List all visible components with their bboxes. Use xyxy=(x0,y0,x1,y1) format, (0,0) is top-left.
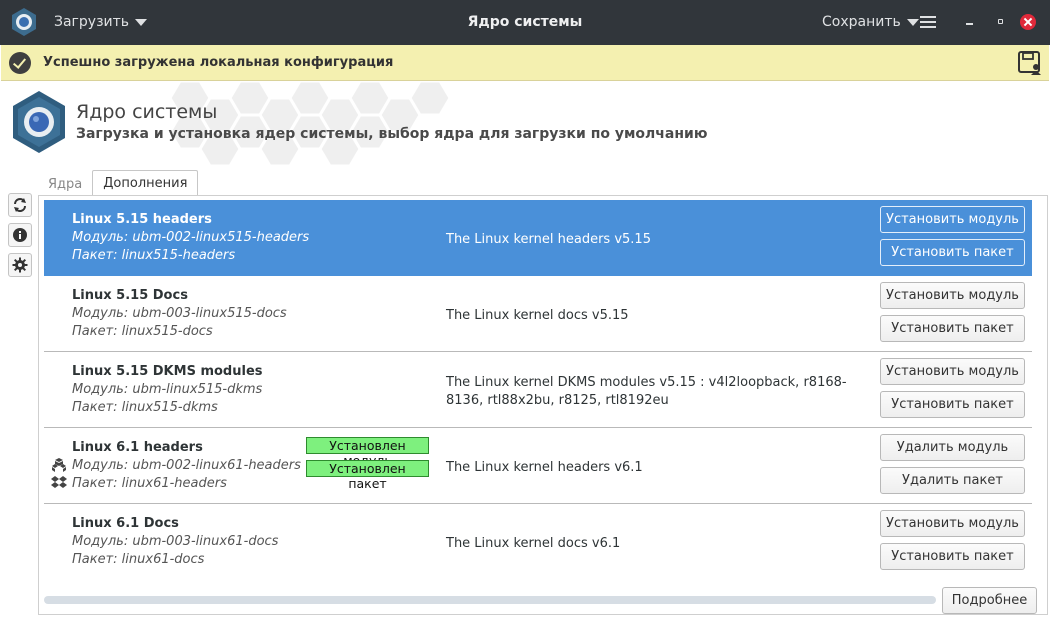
list-item-linux61-docs[interactable]: Linux 6.1 Docs Модуль: ubm-003-linux61-d… xyxy=(44,504,1032,578)
minimize-button[interactable] xyxy=(962,14,978,30)
install-package-button[interactable]: Установить пакет xyxy=(880,391,1025,418)
save-profile-icon[interactable] xyxy=(1017,50,1043,76)
kernel-gear-icon xyxy=(13,91,65,153)
gear-icon xyxy=(12,257,28,273)
item-description: The Linux kernel headers v5.15 xyxy=(446,232,651,247)
tab-bar: Ядра Дополнения xyxy=(38,170,199,196)
hamburger-menu-icon[interactable] xyxy=(920,16,936,29)
notification-text: Успешно загружена локальная конфигурация xyxy=(43,55,394,70)
item-description: The Linux kernel docs v5.15 xyxy=(446,308,629,323)
item-module: Модуль: ubm-002-linux61-headers xyxy=(72,458,301,473)
item-package: Пакет: linux61-docs xyxy=(72,552,205,567)
page-header: Ядро системы Загрузка и установка ядер с… xyxy=(0,81,1050,165)
settings-button[interactable] xyxy=(8,253,32,277)
install-package-button[interactable]: Установить пакет xyxy=(880,543,1025,570)
module-installed-badge: Установлен модуль xyxy=(306,437,429,468)
install-module-button[interactable]: Установить модуль xyxy=(880,358,1025,385)
package-installed-badge: Установлен пакет xyxy=(306,460,429,491)
item-package: Пакет: linux515-dkms xyxy=(72,400,218,415)
info-button[interactable] xyxy=(8,223,32,247)
cubes-icon xyxy=(52,458,66,472)
load-menu-label: Загрузить xyxy=(54,14,130,30)
chevron-down-icon xyxy=(906,18,919,26)
install-package-button[interactable]: Установить пакет xyxy=(880,315,1025,342)
item-description: The Linux kernel docs v6.1 xyxy=(446,536,621,551)
list-item-linux515-dkms[interactable]: Linux 5.15 DKMS modules Модуль: ubm-linu… xyxy=(44,352,1032,428)
list-item-linux515-headers[interactable]: Linux 5.15 headers Модуль: ubm-002-linux… xyxy=(44,200,1032,276)
item-module: Модуль: ubm-003-linux515-docs xyxy=(72,306,287,321)
install-module-button[interactable]: Установить модуль xyxy=(880,510,1025,537)
item-module: Модуль: ubm-003-linux61-docs xyxy=(72,534,279,549)
app-gear-icon xyxy=(12,8,36,36)
close-button[interactable] xyxy=(1020,14,1036,30)
item-description: The Linux kernel headers v6.1 xyxy=(446,460,643,475)
page-title: Ядро системы xyxy=(76,101,218,123)
item-name: Linux 5.15 Docs xyxy=(72,288,188,303)
details-button[interactable]: Подробнее xyxy=(942,587,1037,614)
item-name: Linux 6.1 headers xyxy=(72,440,203,455)
item-package: Пакет: linux515-headers xyxy=(72,248,236,263)
refresh-icon xyxy=(14,198,26,212)
addons-list: Linux 5.15 headers Модуль: ubm-002-linux… xyxy=(44,200,1032,578)
item-description: The Linux kernel DKMS modules v5.15 : v4… xyxy=(446,375,847,408)
list-item-linux61-headers[interactable]: Linux 6.1 headers Модуль: ubm-002-linux6… xyxy=(44,428,1032,504)
notification-bar: Успешно загружена локальная конфигурация xyxy=(1,45,1049,81)
item-module: Модуль: ubm-linux515-dkms xyxy=(72,382,263,397)
install-package-button[interactable]: Установить пакет xyxy=(880,239,1025,266)
item-name: Linux 6.1 Docs xyxy=(72,516,179,531)
dropbox-icon xyxy=(51,476,67,488)
load-menu[interactable]: Загрузить xyxy=(54,14,148,30)
check-circle-icon xyxy=(9,52,31,74)
save-menu-label: Сохранить xyxy=(822,14,901,30)
tab-kernels[interactable]: Ядра xyxy=(38,172,92,196)
item-package: Пакет: linux515-docs xyxy=(72,324,213,339)
install-module-button[interactable]: Установить модуль xyxy=(880,206,1025,233)
title-bar: Загрузить Ядро системы Сохранить xyxy=(0,0,1050,45)
chevron-down-icon xyxy=(135,18,148,26)
item-name: Linux 5.15 DKMS modules xyxy=(72,364,263,379)
tab-addons[interactable]: Дополнения xyxy=(92,170,199,196)
item-package: Пакет: linux61-headers xyxy=(72,476,227,491)
install-module-button[interactable]: Установить модуль xyxy=(880,282,1025,309)
maximize-button[interactable] xyxy=(992,14,1008,30)
save-menu[interactable]: Сохранить xyxy=(822,14,919,30)
remove-module-button[interactable]: Удалить модуль xyxy=(880,434,1025,461)
list-item-linux515-docs[interactable]: Linux 5.15 Docs Модуль: ubm-003-linux515… xyxy=(44,276,1032,352)
item-name: Linux 5.15 headers xyxy=(72,212,212,227)
page-subtitle: Загрузка и установка ядер системы, выбор… xyxy=(76,126,708,142)
info-icon xyxy=(13,228,27,242)
remove-package-button[interactable]: Удалить пакет xyxy=(880,467,1025,494)
refresh-button[interactable] xyxy=(8,193,32,217)
hexagon-pattern xyxy=(168,81,452,165)
item-module: Модуль: ubm-002-linux515-headers xyxy=(72,230,310,245)
progress-bar xyxy=(44,596,936,604)
